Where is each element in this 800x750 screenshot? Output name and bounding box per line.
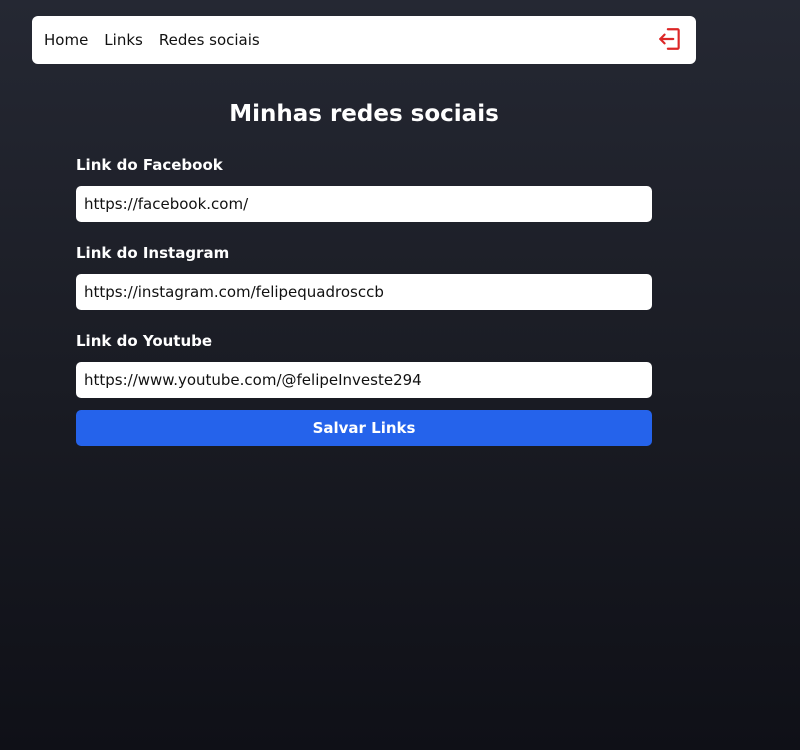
youtube-field-group: Link do Youtube bbox=[76, 330, 652, 398]
logout-button[interactable] bbox=[656, 26, 684, 54]
nav-link-links[interactable]: Links bbox=[104, 31, 143, 49]
logout-icon bbox=[657, 26, 683, 55]
instagram-field-group: Link do Instagram bbox=[76, 242, 652, 310]
nav-link-redes-sociais[interactable]: Redes sociais bbox=[159, 31, 260, 49]
navbar: Home Links Redes sociais bbox=[32, 16, 696, 64]
instagram-label: Link do Instagram bbox=[76, 244, 230, 262]
facebook-input[interactable] bbox=[76, 186, 652, 222]
facebook-field-group: Link do Facebook bbox=[76, 154, 652, 222]
nav-links: Home Links Redes sociais bbox=[44, 31, 260, 49]
social-links-form: Minhas redes sociais Link do Facebook Li… bbox=[76, 96, 652, 446]
facebook-label: Link do Facebook bbox=[76, 156, 223, 174]
page-title: Minhas redes sociais bbox=[229, 101, 499, 127]
youtube-input[interactable] bbox=[76, 362, 652, 398]
youtube-label: Link do Youtube bbox=[76, 332, 213, 350]
nav-link-home[interactable]: Home bbox=[44, 31, 88, 49]
instagram-input[interactable] bbox=[76, 274, 652, 310]
save-links-button[interactable]: Salvar Links bbox=[76, 410, 652, 446]
